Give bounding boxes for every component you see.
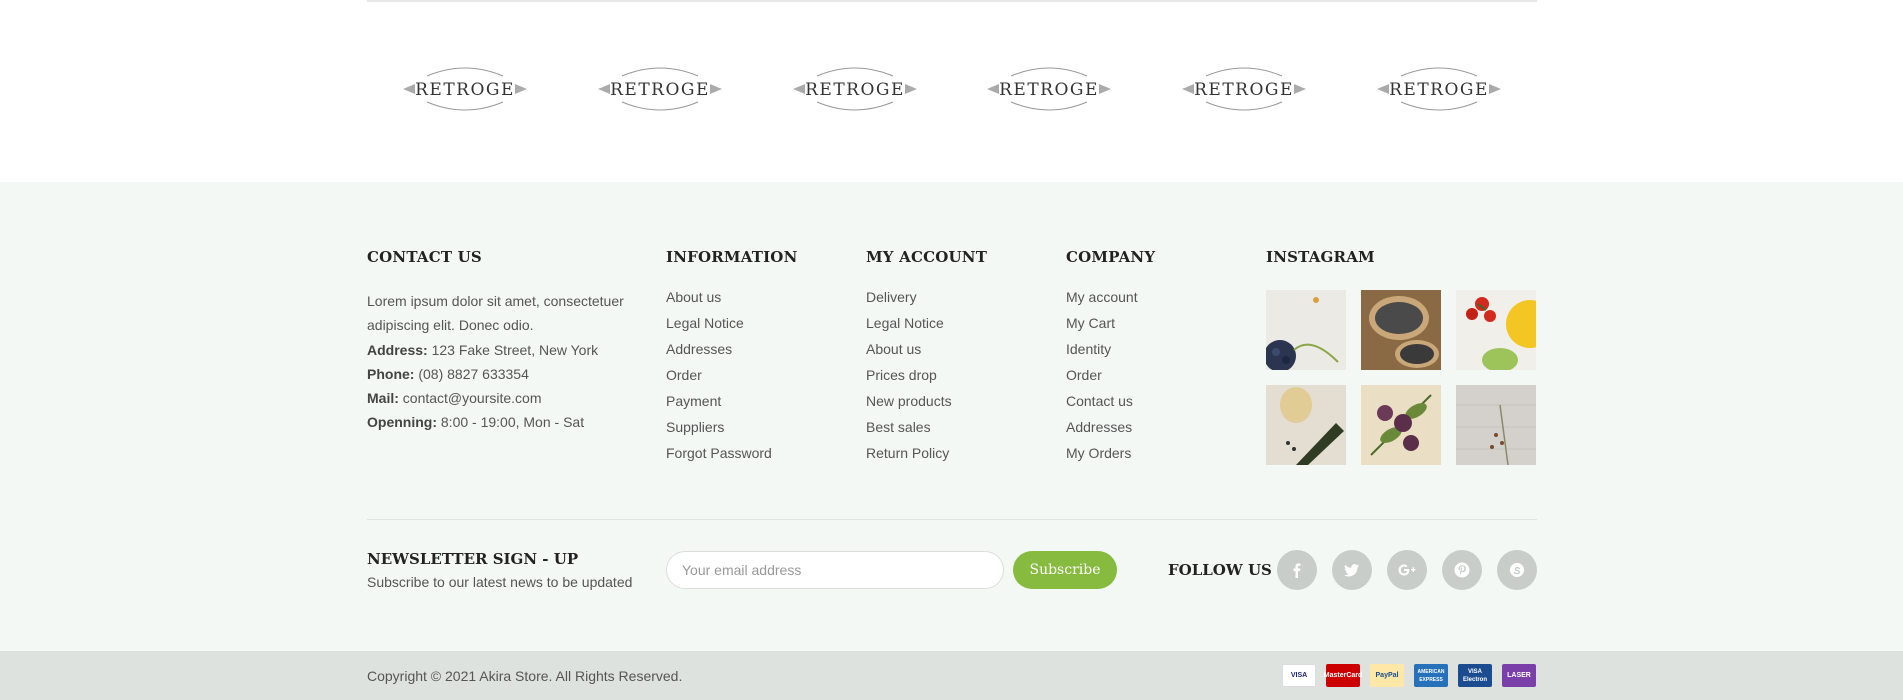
skype-icon[interactable] — [1497, 550, 1537, 590]
instagram-photo[interactable] — [1266, 385, 1346, 465]
phone-label: Phone: — [367, 366, 415, 382]
brand-logo[interactable]: RETROGE — [1373, 58, 1505, 120]
newsletter-title: NEWSLETTER SIGN - UP — [367, 550, 579, 568]
information-title: INFORMATION — [666, 248, 798, 266]
footer-link[interactable]: Suppliers — [666, 419, 798, 436]
facebook-icon[interactable] — [1277, 550, 1317, 590]
footer-link[interactable]: Addresses — [666, 341, 798, 358]
footer-link[interactable]: Addresses — [1066, 419, 1155, 436]
contact-title: CONTACT US — [367, 248, 482, 266]
brand-logo[interactable]: RETROGE — [789, 58, 921, 120]
phone-value: (08) 8827 633354 — [418, 366, 529, 382]
instagram-column: INSTAGRAM — [1266, 248, 1375, 289]
instagram-grid — [1266, 290, 1537, 465]
mail-label: Mail: — [367, 390, 399, 406]
visa-electron-icon: VISA Electron — [1458, 664, 1492, 687]
footer-link[interactable]: About us — [866, 341, 987, 358]
instagram-photo[interactable] — [1361, 385, 1441, 465]
follow-title: FOLLOW US — [1168, 561, 1272, 579]
instagram-photo[interactable] — [1266, 290, 1346, 370]
footer-link[interactable]: Identity — [1066, 341, 1155, 358]
contact-intro: Lorem ipsum dolor sit amet, consectetuer… — [367, 293, 624, 333]
footer-link[interactable]: Delivery — [866, 289, 987, 306]
mail-value[interactable]: contact@yoursite.com — [403, 390, 542, 406]
company-title: COMPANY — [1066, 248, 1156, 266]
contact-phone: Phone: (08) 8827 633354 — [367, 366, 657, 382]
mastercard-icon: MasterCard — [1324, 664, 1362, 687]
svg-text:RETROGE: RETROGE — [1194, 80, 1294, 100]
information-column: INFORMATION About us Legal Notice Addres… — [666, 248, 798, 471]
my-account-column: MY ACCOUNT Delivery Legal Notice About u… — [866, 248, 987, 471]
pinterest-icon[interactable] — [1442, 550, 1482, 590]
footer-divider — [367, 519, 1537, 520]
brand-logo[interactable]: RETROGE — [983, 58, 1115, 120]
company-column: COMPANY My account My Cart Identity Orde… — [1066, 248, 1155, 471]
bottom-bar — [0, 651, 1903, 700]
svg-text:RETROGE: RETROGE — [805, 80, 905, 100]
contact-mail: Mail: contact@yoursite.com — [367, 390, 657, 406]
copyright-text: Copyright © 2021 Akira Store. All Rights… — [367, 668, 683, 684]
opening-value: 8:00 - 19:00, Mon - Sat — [440, 414, 585, 430]
footer-link[interactable]: Contact us — [1066, 393, 1155, 410]
footer-link[interactable]: Prices drop — [866, 367, 987, 384]
brand-logo[interactable]: RETROGE — [1178, 58, 1310, 120]
visa-card-icon: VISA — [1282, 664, 1316, 687]
paypal-icon: PayPal — [1370, 664, 1404, 687]
footer-link[interactable]: Forgot Password — [666, 445, 798, 462]
instagram-photo[interactable] — [1456, 385, 1536, 465]
svg-text:RETROGE: RETROGE — [1000, 80, 1100, 100]
american-express-icon: AMERICAN EXPRESS — [1414, 664, 1448, 687]
newsletter-subtitle: Subscribe to our latest news to be updat… — [367, 574, 633, 590]
address-label: Address: — [367, 342, 428, 358]
footer-link[interactable]: Return Policy — [866, 445, 987, 462]
my-account-title: MY ACCOUNT — [866, 248, 988, 266]
footer-link[interactable]: My account — [1066, 289, 1155, 306]
top-divider — [367, 0, 1537, 2]
email-input[interactable]: Your email address — [666, 551, 1004, 589]
contact-address: Address: 123 Fake Street, New York — [367, 342, 657, 358]
instagram-title: INSTAGRAM — [1266, 248, 1375, 266]
subscribe-button[interactable]: Subscribe — [1013, 551, 1117, 589]
contact-column: CONTACT US Lorem ipsum dolor sit amet, c… — [367, 248, 657, 438]
svg-text:RETROGE: RETROGE — [415, 80, 515, 100]
footer-link[interactable]: My Orders — [1066, 445, 1155, 462]
footer-link[interactable]: About us — [666, 289, 798, 306]
footer-link[interactable]: Best sales — [866, 419, 987, 436]
laser-card-icon: LASER — [1502, 664, 1536, 687]
brand-logos: RETROGE RETROGE RETROGE RETROGE RETROGE … — [367, 58, 1537, 128]
svg-text:RETROGE: RETROGE — [1389, 80, 1489, 100]
google-plus-icon[interactable] — [1387, 550, 1427, 590]
footer-link[interactable]: New products — [866, 393, 987, 410]
brand-logo[interactable]: RETROGE — [399, 58, 531, 120]
footer-link[interactable]: Payment — [666, 393, 798, 410]
svg-text:RETROGE: RETROGE — [610, 80, 710, 100]
footer-link[interactable]: Order — [1066, 367, 1155, 384]
brand-logo[interactable]: RETROGE — [594, 58, 726, 120]
footer-link[interactable]: Legal Notice — [666, 315, 798, 332]
footer-link[interactable]: Legal Notice — [866, 315, 987, 332]
instagram-photo[interactable] — [1456, 290, 1536, 370]
address-value: 123 Fake Street, New York — [431, 342, 599, 358]
twitter-icon[interactable] — [1332, 550, 1372, 590]
contact-opening: Openning: 8:00 - 19:00, Mon - Sat — [367, 414, 657, 430]
opening-label: Openning: — [367, 414, 437, 430]
instagram-photo[interactable] — [1361, 290, 1441, 370]
footer-link[interactable]: Order — [666, 367, 798, 384]
footer-link[interactable]: My Cart — [1066, 315, 1155, 332]
